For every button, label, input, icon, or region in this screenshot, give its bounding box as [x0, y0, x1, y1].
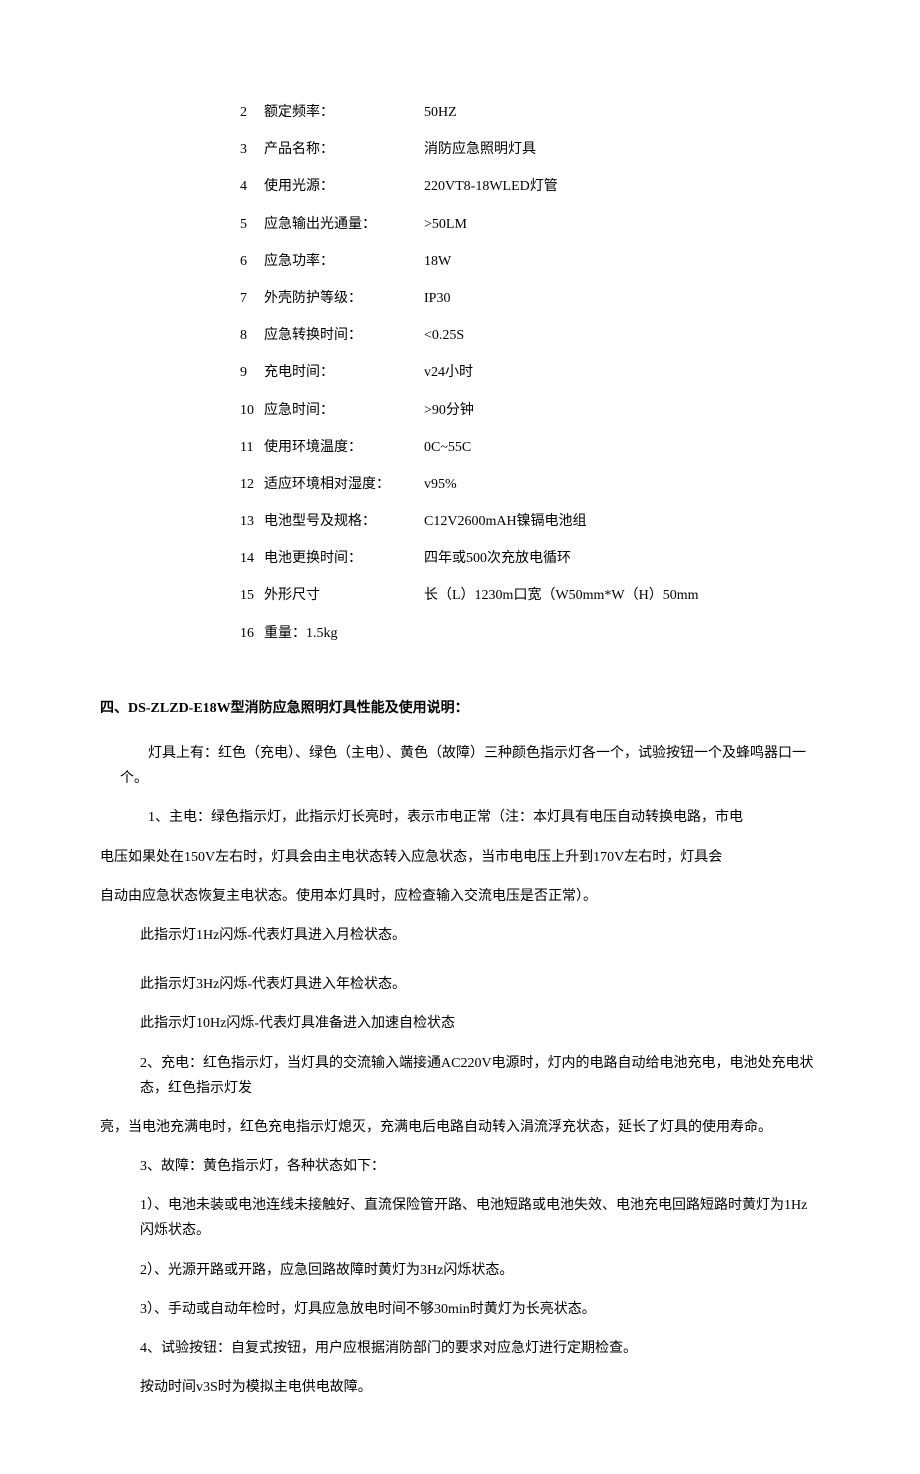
spec-row: 14 电池更换时间： 四年或500次充放电循环 [240, 546, 820, 571]
spec-row: 15 外形尺寸 长（L）1230m口宽（W50mm*W（H）50mm [240, 583, 820, 608]
p4b: 按动时间v3S时为模拟主电供电故障。 [140, 1375, 820, 1400]
spec-num: 3 [240, 137, 264, 162]
spec-value: >90分钟 [424, 398, 820, 423]
spec-label: 使用环境温度： [264, 435, 424, 460]
spec-label: 应急功率： [264, 249, 424, 274]
p3-3: 3）、手动或自动年检时，灯具应急放电时间不够30min时黄灯为长亮状态。 [140, 1297, 820, 1322]
spec-value: v95% [424, 472, 820, 497]
p1a: 1、主电：绿色指示灯，此指示灯长亮时，表示市电正常（注：本灯具有电压自动转换电路… [120, 805, 820, 830]
spec-row: 3 产品名称： 消防应急照明灯具 [240, 137, 820, 162]
spec-num: 16 [240, 621, 264, 646]
spec-row: 8 应急转换时间： <0.25S [240, 323, 820, 348]
spec-row: 6 应急功率： 18W [240, 249, 820, 274]
spec-num: 6 [240, 249, 264, 274]
spec-num: 10 [240, 398, 264, 423]
spec-row: 12 适应环境相对湿度： v95% [240, 472, 820, 497]
spec-row: 16 重量：1.5kg [240, 621, 820, 646]
spec-value: 消防应急照明灯具 [424, 137, 820, 162]
p1f: 此指示灯10Hz闪烁-代表灯具准备进入加速自检状态 [140, 1011, 820, 1036]
spec-label: 电池型号及规格： [264, 509, 424, 534]
spec-row: 2 额定频率： 50HZ [240, 100, 820, 125]
p1b: 电压如果处在150V左右时，灯具会由主电状态转入应急状态，当市电电压上升到170… [100, 845, 820, 870]
spec-label: 使用光源： [264, 174, 424, 199]
spec-label: 应急转换时间： [264, 323, 424, 348]
spec-row: 4 使用光源： 220VT8-18WLED灯管 [240, 174, 820, 199]
intro-paragraph: 灯具上有：红色（充电）、绿色（主电）、黄色（故障）三种颜色指示灯各一个，试验按钮… [120, 741, 820, 791]
spec-label: 电池更换时间： [264, 546, 424, 571]
spec-value: 220VT8-18WLED灯管 [424, 174, 820, 199]
spec-label: 应急输出光通量： [264, 212, 424, 237]
spec-label: 外壳防护等级： [264, 286, 424, 311]
spec-value: 长（L）1230m口宽（W50mm*W（H）50mm [424, 583, 820, 608]
spec-num: 4 [240, 174, 264, 199]
spec-label: 应急时间： [264, 398, 424, 423]
spec-num: 14 [240, 546, 264, 571]
spec-num: 13 [240, 509, 264, 534]
spec-value: IP30 [424, 286, 820, 311]
spec-row: 11 使用环境温度： 0C~55C [240, 435, 820, 460]
spec-num: 5 [240, 212, 264, 237]
spec-value: <0.25S [424, 323, 820, 348]
spec-value: 0C~55C [424, 435, 820, 460]
spec-row: 13 电池型号及规格： C12V2600mAH镍镉电池组 [240, 509, 820, 534]
spec-num: 9 [240, 360, 264, 385]
spec-row: 7 外壳防护等级： IP30 [240, 286, 820, 311]
spec-value: 18W [424, 249, 820, 274]
spec-value: 50HZ [424, 100, 820, 125]
spec-value: >50LM [424, 212, 820, 237]
spec-num: 11 [240, 435, 264, 460]
spec-value: v24小时 [424, 360, 820, 385]
spec-num: 15 [240, 583, 264, 608]
spec-label: 额定频率： [264, 100, 424, 125]
p2b: 亮，当电池充满电时，红色充电指示灯熄灭，充满电后电路自动转入涓流浮充状态，延长了… [100, 1115, 820, 1140]
p2a: 2、充电：红色指示灯，当灯具的交流输入端接通AC220V电源时，灯内的电路自动给… [140, 1051, 820, 1101]
section-4-title: 四、DS-ZLZD-E18W型消防应急照明灯具性能及使用说明： [100, 696, 820, 721]
spec-label: 适应环境相对湿度： [264, 472, 424, 497]
p4a: 4、试验按钮：自复式按钮，用户应根据消防部门的要求对应急灯进行定期检查。 [140, 1336, 820, 1361]
spec-row: 10 应急时间： >90分钟 [240, 398, 820, 423]
spec-value: 四年或500次充放电循环 [424, 546, 820, 571]
p1d: 此指示灯1Hz闪烁-代表灯具进入月检状态。 [140, 923, 820, 948]
spec-num: 12 [240, 472, 264, 497]
spec-row: 5 应急输出光通量： >50LM [240, 212, 820, 237]
spec-value: C12V2600mAH镍镉电池组 [424, 509, 820, 534]
spec-label: 充电时间： [264, 360, 424, 385]
spec-num: 8 [240, 323, 264, 348]
spec-label: 外形尺寸 [264, 583, 424, 608]
spec-row: 9 充电时间： v24小时 [240, 360, 820, 385]
spec-label: 产品名称： [264, 137, 424, 162]
spec-label: 重量：1.5kg [264, 621, 424, 646]
p3-1: 1）、电池未装或电池连线未接触好、直流保险管开路、电池短路或电池失效、电池充电回… [140, 1193, 820, 1243]
p3: 3、故障：黄色指示灯，各种状态如下： [140, 1154, 820, 1179]
p1c: 自动由应急状态恢复主电状态。使用本灯具时，应检查输入交流电压是否正常）。 [100, 884, 820, 909]
spec-table: 2 额定频率： 50HZ 3 产品名称： 消防应急照明灯具 4 使用光源： 22… [240, 100, 820, 646]
p3-2: 2）、光源开路或开路，应急回路故障时黄灯为3Hz闪烁状态。 [140, 1258, 820, 1283]
spec-num: 2 [240, 100, 264, 125]
p1e: 此指示灯3Hz闪烁-代表灯具进入年检状态。 [140, 972, 820, 997]
spec-num: 7 [240, 286, 264, 311]
